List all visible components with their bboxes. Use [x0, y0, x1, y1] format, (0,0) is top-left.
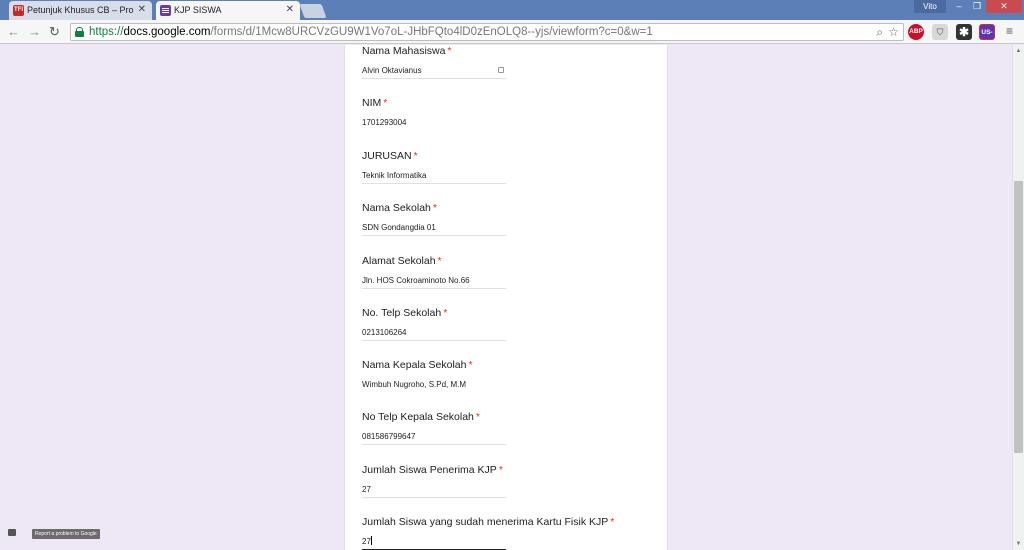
- text-input-nama-kepala-sekolah[interactable]: Wimbuh Nugroho, S.Pd, M.M: [362, 379, 506, 393]
- field-jumlah-siswa-penerima-kjp: Jumlah Siswa Penerima KJP * 27: [362, 464, 506, 498]
- restore-icon[interactable]: ❐: [968, 0, 986, 13]
- window-close-icon[interactable]: ✕: [986, 0, 1022, 13]
- adblock-plus-icon[interactable]: ABP: [908, 24, 924, 40]
- bookmark-star-icon[interactable]: ☆: [888, 24, 899, 40]
- text-input-nama-sekolah[interactable]: SDN Gondangdia 01: [362, 222, 506, 236]
- tab-petunjuk[interactable]: TFI Petunjuk Khusus CB – Pro ✕: [9, 1, 152, 20]
- field-alamat-sekolah: Alamat Sekolah * Jln. HOS Cokroaminoto No…: [362, 255, 506, 289]
- text-input-nama-mahasiswa[interactable]: Alvin Oktavianus: [362, 65, 506, 79]
- field-nama-mahasiswa: Nama Mahasiswa * Alvin Oktavianus: [362, 45, 506, 79]
- tab-strip: TFI Petunjuk Khusus CB – Pro ✕ KJP SISWA…: [0, 0, 1024, 20]
- field-label: Jumlah Siswa yang sudah menerima Kartu F…: [362, 516, 615, 528]
- field-label: Jumlah Siswa Penerima KJP *: [362, 464, 503, 476]
- url-path: /forms/d/1Mcw8URCVzGU9W1Vo7oL-JHbFQto4lD…: [210, 26, 653, 38]
- tfi-favicon-icon: TFI: [13, 5, 24, 16]
- field-nama-sekolah: Nama Sekolah * SDN Gondangdia 01: [362, 202, 506, 236]
- field-no-telp-kepala-sekolah: No Telp Kepala Sekolah * 081586799647: [362, 411, 506, 445]
- minimize-icon[interactable]: –: [950, 0, 968, 13]
- field-label: Nama Mahasiswa *: [362, 45, 452, 57]
- scroll-down-icon[interactable]: ▼: [1013, 538, 1024, 550]
- profile-button[interactable]: Vito: [914, 0, 946, 13]
- close-icon[interactable]: ✕: [286, 4, 294, 15]
- close-icon[interactable]: ✕: [138, 4, 146, 15]
- input-value: Jln. HOS Cokroaminoto No.66: [362, 276, 470, 285]
- puzzle-icon[interactable]: ✱: [956, 24, 972, 40]
- required-marker: *: [498, 464, 503, 476]
- required-marker: *: [437, 255, 442, 267]
- lock-icon: [75, 27, 84, 37]
- field-jurusan: JURUSAN * Teknik Informatika: [362, 150, 506, 184]
- required-marker: *: [443, 307, 448, 319]
- field-label: Nama Sekolah *: [362, 202, 437, 214]
- text-input-jumlah-siswa-penerima-kjp[interactable]: 27: [362, 484, 506, 498]
- report-problem-button[interactable]: Report a problem to Google: [32, 529, 100, 539]
- text-input-jumlah-siswa-kartu-fisik-kjp[interactable]: 27: [362, 536, 506, 550]
- required-marker: *: [432, 202, 437, 214]
- input-value: Teknik Informatika: [362, 171, 427, 180]
- text-input-nim[interactable]: 1701293004: [362, 117, 506, 131]
- feedback-icon[interactable]: [8, 529, 16, 536]
- zoom-search-icon[interactable]: ⌕: [876, 24, 883, 40]
- text-input-alamat-sekolah[interactable]: Jln. HOS Cokroaminoto No.66: [362, 275, 506, 289]
- tab-title: KJP SISWA: [174, 5, 222, 15]
- url-scheme: https://: [89, 26, 124, 38]
- reload-icon[interactable]: ↻: [49, 23, 60, 40]
- back-icon[interactable]: ←: [7, 23, 20, 40]
- required-marker: *: [610, 516, 615, 528]
- address-bar[interactable]: https://docs.google.com/forms/d/1Mcw8URC…: [70, 23, 904, 41]
- input-value: 27: [362, 537, 371, 546]
- browser-toolbar: ← → ↻ https://docs.google.com/forms/d/1M…: [0, 20, 1024, 52]
- input-value: 27: [362, 485, 371, 494]
- scrollbar-thumb[interactable]: [1014, 181, 1023, 453]
- input-value: 081586799647: [362, 432, 416, 441]
- page-viewport: Nama Mahasiswa * Alvin Oktavianus NIM * 17…: [0, 45, 1012, 550]
- required-marker: *: [468, 359, 473, 371]
- field-label: Alamat Sekolah *: [362, 255, 442, 267]
- required-marker: *: [475, 411, 480, 423]
- required-marker: *: [413, 150, 418, 162]
- input-value: Wimbuh Nugroho, S.Pd, M.M: [362, 380, 467, 389]
- field-nama-kepala-sekolah: Nama Kepala Sekolah * Wimbuh Nugroho, S.P…: [362, 359, 506, 393]
- form-card: Nama Mahasiswa * Alvin Oktavianus NIM * 17…: [345, 45, 667, 550]
- tab-kjp-siswa[interactable]: KJP SISWA ✕: [156, 1, 300, 20]
- input-value: SDN Gondangdia 01: [362, 223, 436, 232]
- field-no-telp-sekolah: No. Telp Sekolah * 0213106264: [362, 307, 506, 341]
- us-extension-icon[interactable]: US-1: [979, 24, 995, 52]
- url-host: docs.google.com: [123, 26, 211, 38]
- required-marker: *: [447, 45, 452, 57]
- text-caret: [370, 536, 372, 545]
- tab-title: Petunjuk Khusus CB – Pro: [27, 5, 134, 15]
- field-label: NIM *: [362, 97, 388, 109]
- text-input-jurusan[interactable]: Teknik Informatika: [362, 170, 506, 184]
- new-tab-button[interactable]: [299, 4, 327, 18]
- required-marker: *: [383, 97, 388, 109]
- chrome-menu-icon[interactable]: ≡: [1006, 24, 1013, 38]
- field-label: JURUSAN *: [362, 150, 418, 162]
- input-value: 1701293004: [362, 118, 407, 127]
- text-input-no-telp-kepala-sekolah[interactable]: 081586799647: [362, 431, 506, 445]
- autofill-icon[interactable]: [498, 67, 504, 73]
- vertical-scrollbar[interactable]: ▲ ▼: [1012, 45, 1024, 550]
- field-nim: NIM * 1701293004: [362, 97, 506, 131]
- field-label: No. Telp Sekolah *: [362, 307, 448, 319]
- field-label: Nama Kepala Sekolah *: [362, 359, 473, 371]
- scroll-up-icon[interactable]: ▲: [1013, 45, 1024, 57]
- shield-icon[interactable]: ⛉: [932, 24, 948, 40]
- forms-icon: [160, 5, 171, 16]
- field-label: No Telp Kepala Sekolah *: [362, 411, 480, 423]
- input-value: 0213106264: [362, 328, 407, 337]
- text-input-no-telp-sekolah[interactable]: 0213106264: [362, 327, 506, 341]
- field-jumlah-siswa-kartu-fisik-kjp: Jumlah Siswa yang sudah menerima Kartu F…: [362, 516, 615, 550]
- forward-icon[interactable]: →: [28, 23, 41, 40]
- input-value: Alvin Oktavianus: [362, 66, 422, 75]
